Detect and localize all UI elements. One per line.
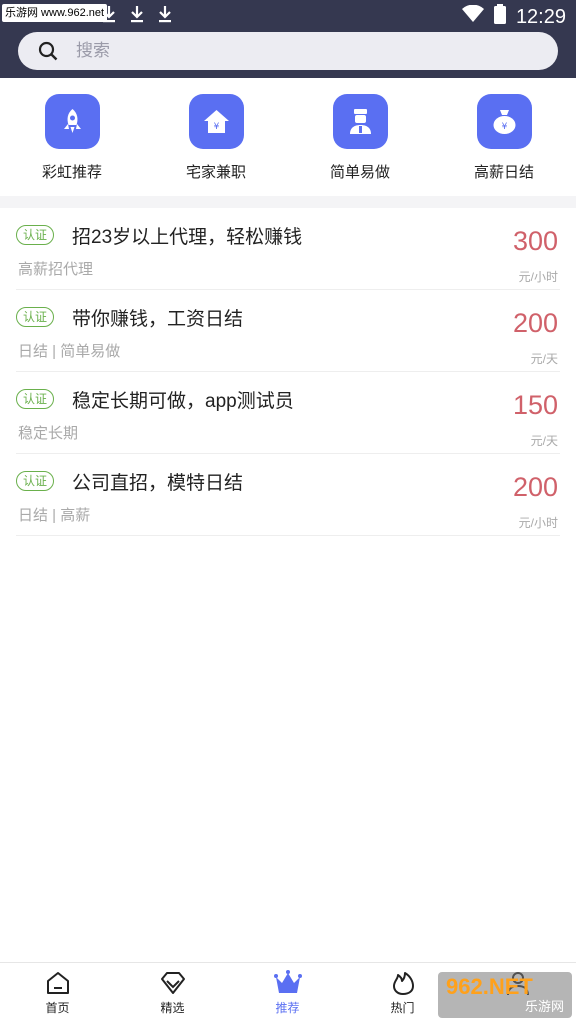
watermark-label: 乐游网 www.962.net: [2, 4, 108, 22]
search-input[interactable]: [76, 32, 536, 70]
search-bar[interactable]: [18, 32, 558, 70]
status-time: 12:29: [515, 5, 566, 28]
job-price: 200: [512, 472, 558, 502]
header: 乐游网 www.962.net 12:29: [0, 0, 576, 78]
nav-featured[interactable]: 精选: [115, 963, 230, 1024]
job-tags: 日结 | 简单易做: [18, 343, 121, 360]
job-price-unit: 元/小时: [518, 516, 558, 530]
job-price: 300: [512, 226, 558, 256]
category-home-parttime[interactable]: ¥ 宅家兼职: [171, 94, 261, 190]
rocket-icon: [44, 94, 100, 149]
notification-icons: [100, 4, 174, 24]
category-high-pay-daily[interactable]: ¥ 高薪日结: [459, 94, 549, 190]
job-title: 招23岁以上代理，轻松赚钱: [72, 227, 303, 248]
download-icon: [156, 4, 174, 24]
job-price: 200: [512, 308, 558, 338]
category-label: 彩虹推荐: [41, 164, 102, 181]
wifi-icon: [461, 4, 484, 28]
job-tags: 稳定长期: [18, 425, 79, 442]
job-title: 稳定长期可做，app测试员: [72, 391, 294, 412]
svg-text:¥: ¥: [501, 122, 507, 132]
flame-icon: [389, 969, 417, 997]
job-price-unit: 元/天: [530, 352, 558, 366]
job-item[interactable]: 认证 公司直招，模特日结 日结 | 高薪 200 元/小时: [16, 454, 560, 536]
diamond-icon: [159, 969, 187, 997]
watermark-logo: 962.NET 乐游网: [438, 972, 572, 1018]
category-label: 宅家兼职: [185, 164, 246, 181]
job-item[interactable]: 认证 招23岁以上代理，轻松赚钱 高薪招代理 300 元/小时: [16, 208, 560, 290]
job-tags: 日结 | 高薪: [18, 507, 91, 524]
nav-label: 首页: [45, 1001, 70, 1015]
nav-label: 精选: [160, 1001, 185, 1015]
verified-badge: 认证: [16, 389, 55, 409]
job-title: 带你赚钱，工资日结: [72, 309, 244, 330]
category-label: 高薪日结: [473, 164, 534, 181]
nav-label: 推荐: [275, 1001, 300, 1015]
category-simple-easy[interactable]: 简单易做: [315, 94, 405, 190]
worker-icon: [332, 94, 388, 149]
home-icon: [44, 969, 72, 997]
watermark-logo-subtext: 乐游网: [524, 999, 564, 1014]
battery-icon: [493, 4, 506, 29]
job-item[interactable]: 认证 稳定长期可做，app测试员 稳定长期 150 元/天: [16, 372, 560, 454]
job-item[interactable]: 认证 带你赚钱，工资日结 日结 | 简单易做 200 元/天: [16, 290, 560, 372]
section-divider: [0, 196, 576, 208]
money-bag-icon: ¥: [476, 94, 532, 149]
job-price: 150: [512, 390, 558, 420]
watermark-logo-text: 962.NET: [446, 974, 533, 999]
nav-recommend[interactable]: 推荐: [230, 963, 345, 1024]
category-row: 彩虹推荐 ¥ 宅家兼职 简单易做 ¥ 高薪日结: [0, 78, 576, 196]
job-tags: 高薪招代理: [18, 261, 94, 278]
category-rainbow-recommend[interactable]: 彩虹推荐: [27, 94, 117, 190]
verified-badge: 认证: [16, 471, 55, 491]
job-price-unit: 元/天: [530, 434, 558, 448]
download-icon: [100, 4, 118, 24]
job-title: 公司直招，模特日结: [72, 473, 244, 494]
search-icon: [38, 41, 58, 61]
house-yen-icon: ¥: [188, 94, 244, 149]
verified-badge: 认证: [16, 225, 55, 245]
status-bar: 乐游网 www.962.net 12:29: [0, 0, 576, 30]
category-label: 简单易做: [329, 164, 390, 181]
crown-icon: [273, 969, 302, 997]
download-icon: [128, 4, 146, 24]
verified-badge: 认证: [16, 307, 55, 327]
svg-text:¥: ¥: [213, 122, 219, 132]
job-price-unit: 元/小时: [518, 270, 558, 284]
nav-home[interactable]: 首页: [0, 963, 115, 1024]
